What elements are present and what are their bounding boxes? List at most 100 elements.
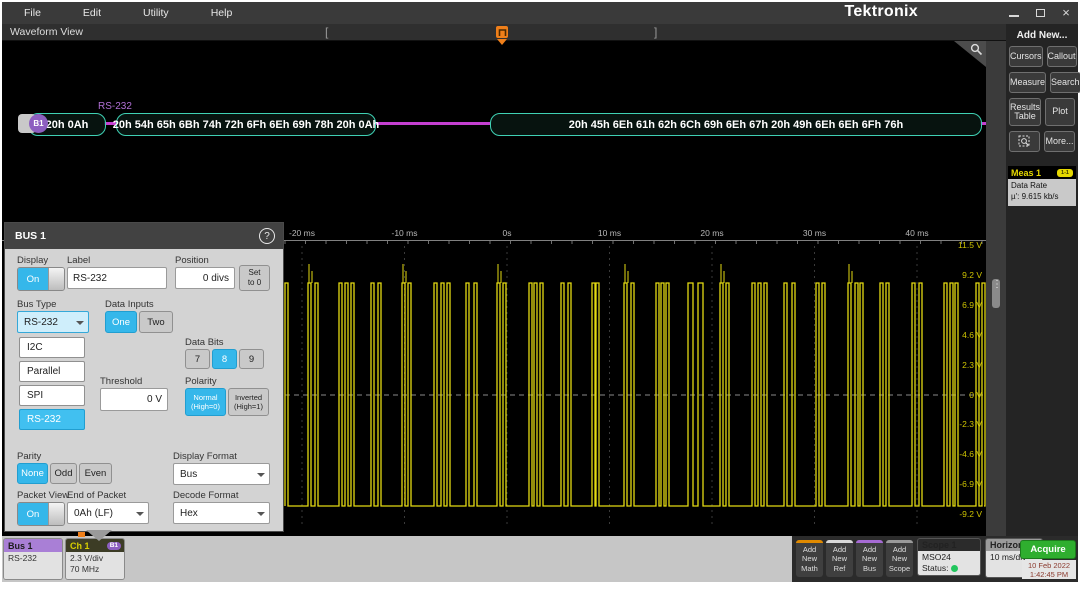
display-toggle-on: On (18, 268, 48, 290)
display-toggle[interactable]: On (17, 267, 65, 291)
time-tick-label: 20 ms (686, 228, 738, 238)
menu-help[interactable]: Help (203, 7, 241, 19)
cursors-button[interactable]: Cursors (1009, 46, 1043, 67)
scope1-status: Status: (922, 563, 976, 574)
display-label: Display (17, 255, 48, 266)
help-icon[interactable]: ? (259, 228, 275, 244)
bus1-badge-header: Bus 1 (4, 539, 62, 552)
label-input[interactable]: RS-232 (67, 267, 167, 289)
minimize-icon[interactable] (1008, 7, 1020, 19)
data-inputs-two[interactable]: Two (139, 311, 173, 333)
plot-button[interactable]: Plot (1045, 98, 1075, 126)
add-btn-line: New (892, 554, 907, 563)
draw-a-box-button[interactable] (1009, 131, 1040, 152)
volt-tick-label: 4.6 V (930, 330, 982, 340)
decode-format-dropdown[interactable]: Hex (173, 502, 270, 524)
data-bits-9[interactable]: 9 (239, 349, 264, 369)
dialog-header[interactable]: BUS 1 (5, 223, 283, 249)
set-btn-line2: to 0 (248, 278, 261, 288)
time-tick-label: 10 ms (584, 228, 636, 238)
polarity-inverted[interactable]: Inverted (High=1) (228, 388, 269, 416)
add-new-ref-button[interactable]: AddNewRef (826, 540, 853, 577)
ch1-scale: 2.3 V/div (70, 553, 120, 564)
waveform-overshoot-spikes (309, 264, 852, 283)
end-of-packet-dropdown[interactable]: 0Ah (LF) (67, 502, 149, 524)
data-bits-7[interactable]: 7 (185, 349, 210, 369)
close-icon[interactable]: × (1060, 7, 1072, 19)
add-btn-line: Math (801, 564, 818, 573)
parity-odd[interactable]: Odd (50, 463, 77, 484)
ch1-badge-body: 2.3 V/div 70 MHz (66, 552, 124, 579)
data-bits-8[interactable]: 8 (212, 349, 237, 369)
color-strip (796, 540, 823, 543)
datetime-display: 10 Feb 2022 1:42:45 PM (1022, 560, 1076, 579)
callout-button[interactable]: Callout (1047, 46, 1077, 67)
ch1-badge[interactable]: Ch 1B1 2.3 V/div 70 MHz (66, 539, 124, 579)
bus1-badge[interactable]: Bus 1 RS-232 (4, 539, 62, 579)
right-divider: ⋮ (986, 41, 1006, 536)
bus-type-option-i2c[interactable]: I2C (19, 337, 85, 358)
bus-type-option-parallel[interactable]: Parallel (19, 361, 85, 382)
measure-button[interactable]: Measure (1009, 72, 1046, 93)
acquire-button[interactable]: Acquire (1020, 540, 1076, 559)
set-to-zero-button[interactable]: Set to 0 (239, 265, 270, 291)
dialog-title: BUS 1 (15, 230, 46, 242)
menu-file[interactable]: File (16, 7, 49, 19)
polarity-normal-l2: (High=0) (191, 402, 220, 411)
toggle-knob (48, 503, 64, 525)
polarity-normal-l1: Normal (193, 393, 217, 402)
chevron-down-icon (257, 473, 265, 477)
meas1-name: Data Rate (1011, 181, 1073, 192)
volt-tick-label: 2.3 V (930, 360, 982, 370)
more-button[interactable]: More... (1044, 131, 1075, 152)
search-button[interactable]: Search (1050, 72, 1080, 93)
add-btn-line: New (862, 554, 877, 563)
screen: File Edit Utility Help Tektronix × -20 m… (0, 0, 1080, 595)
end-of-packet-label: End of Packet (67, 490, 126, 501)
volt-tick-label: 11.5 V (930, 240, 982, 250)
results-table-button[interactable]: Results Table (1009, 98, 1041, 126)
data-inputs-one[interactable]: One (105, 311, 137, 333)
meas1-badge[interactable]: Meas 1 1-1 Data Rate µ': 9.615 kb/s (1008, 166, 1076, 206)
position-input[interactable]: 0 divs (175, 267, 235, 289)
time-tick-label: 40 ms (891, 228, 943, 238)
time-tick-label: -10 ms (379, 228, 431, 238)
meas1-count-pill: 1-1 (1057, 169, 1073, 177)
parity-none[interactable]: None (17, 463, 48, 484)
window-controls: × (1008, 2, 1072, 24)
threshold-input[interactable]: 0 V (100, 388, 168, 411)
data-bits-label: Data Bits (185, 337, 224, 348)
app-window: File Edit Utility Help Tektronix × -20 m… (2, 2, 1078, 582)
ch1-waveform-trace (285, 283, 985, 506)
volt-tick-label: 0 V (930, 390, 982, 400)
trigger-level-tick (78, 532, 85, 537)
add-btn-line: Add (833, 545, 846, 554)
display-format-dropdown[interactable]: Bus (173, 463, 270, 485)
maximize-icon[interactable] (1034, 7, 1046, 19)
meas1-header: Meas 1 1-1 (1008, 166, 1076, 179)
divider-drag-handle[interactable]: ⋮ (992, 279, 1000, 308)
menu-utility[interactable]: Utility (135, 7, 177, 19)
parity-even[interactable]: Even (79, 463, 112, 484)
add-new-bus-button[interactable]: AddNewBus (856, 540, 883, 577)
add-btn-line: Add (803, 545, 816, 554)
add-new-scope-button[interactable]: AddNewScope (886, 540, 913, 577)
add-new-math-button[interactable]: AddNewMath (796, 540, 823, 577)
bus-type-value: RS-232 (24, 317, 58, 328)
tab-waveform-view[interactable]: Waveform View (10, 26, 83, 38)
bus-type-label: Bus Type (17, 299, 56, 310)
packet-view-toggle[interactable]: On (17, 502, 65, 526)
volt-tick-label: -9.2 V (930, 509, 982, 519)
bus-type-option-spi[interactable]: SPI (19, 385, 85, 406)
bottom-settings-bar: AddNewMathAddNewRefAddNewBusAddNewScope … (2, 536, 1078, 582)
axis-minor-ticks (285, 241, 982, 244)
bus-type-dropdown[interactable]: RS-232 (17, 311, 89, 333)
trigger-position-icon[interactable] (496, 26, 508, 38)
bus1-config-dialog: BUS 1 ? Display On Label RS-232 Position… (4, 222, 284, 532)
menu-edit[interactable]: Edit (75, 7, 109, 19)
scope1-panel[interactable]: Scope 1 MSO24 Status: (918, 539, 980, 575)
polarity-normal[interactable]: Normal (High=0) (185, 388, 226, 416)
end-of-packet-value: 0Ah (LF) (74, 508, 113, 519)
polarity-inverted-l1: Inverted (235, 393, 262, 402)
bus-type-option-rs232[interactable]: RS-232 (19, 409, 85, 430)
